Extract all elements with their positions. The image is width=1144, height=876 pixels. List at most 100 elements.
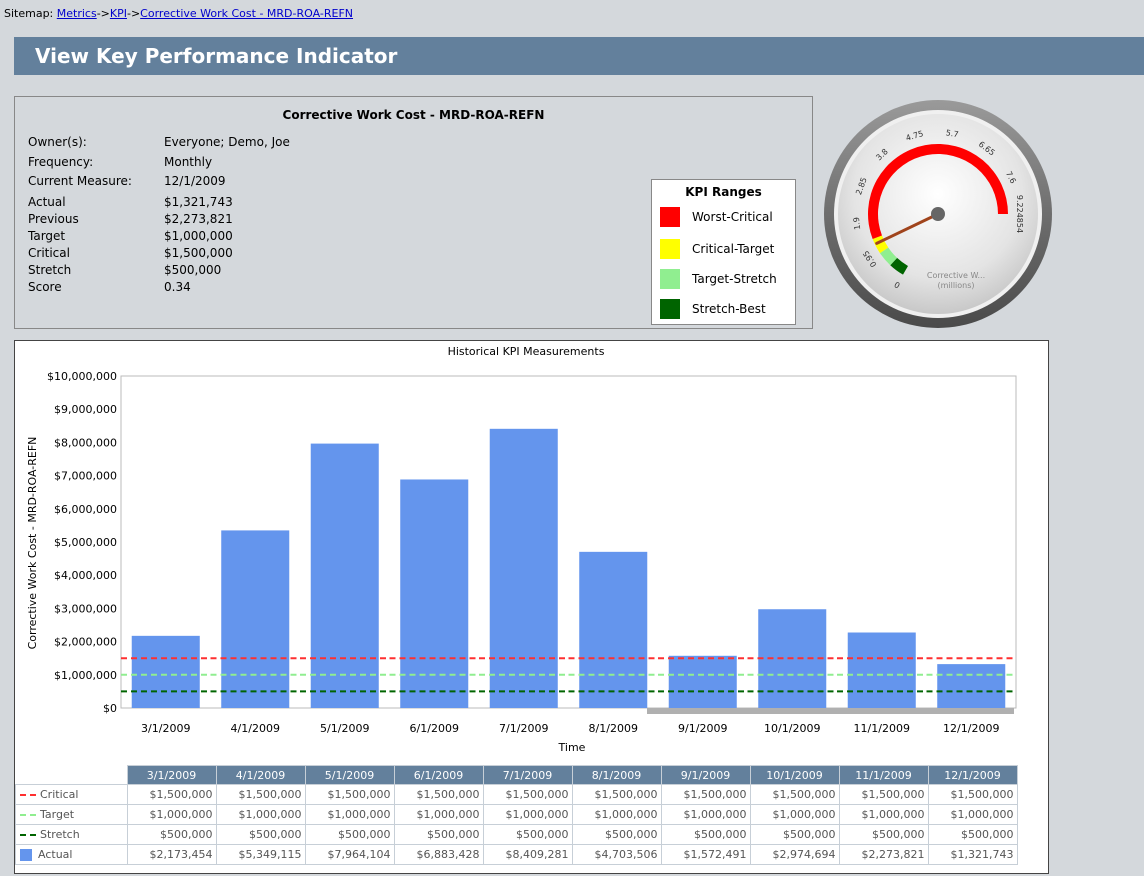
- light-green-swatch-icon: [660, 269, 680, 289]
- actual-bar[interactable]: [400, 479, 469, 708]
- x-tick-label: 5/1/2009: [320, 722, 369, 735]
- series-name: Critical: [40, 788, 79, 801]
- series-name: Stretch: [40, 828, 80, 841]
- dark-green-swatch-icon: [660, 299, 680, 319]
- x-tick-label: 6/1/2009: [410, 722, 459, 735]
- x-tick-label: 11/1/2009: [854, 722, 910, 735]
- actual-bar[interactable]: [221, 530, 290, 708]
- breadcrumb-separator: ->: [96, 7, 110, 20]
- table-column-header: 10/1/2009: [749, 765, 840, 785]
- table-cell: $1,500,000: [927, 784, 1018, 805]
- chart-xlabel: Time: [558, 741, 586, 754]
- actual-bar[interactable]: [579, 551, 648, 708]
- info-row-previous: Previous $2,273,821: [28, 212, 233, 226]
- y-tick-label: $10,000,000: [47, 370, 117, 383]
- breadcrumb-separator: ->: [126, 7, 141, 20]
- gauge-unit-label: (millions): [937, 281, 974, 290]
- breadcrumb: Sitemap: Metrics->KPI->Corrective Work C…: [4, 7, 353, 20]
- actual-bar[interactable]: [131, 635, 200, 708]
- historical-chart-panel: Historical KPI Measurements Corrective W…: [14, 340, 1049, 874]
- table-cell: $1,500,000: [749, 784, 840, 805]
- table-column-header: 6/1/2009: [393, 765, 484, 785]
- chart-horizontal-scrollbar[interactable]: [647, 708, 1014, 714]
- table-row: Target $1,000,000 $1,000,000 $1,000,000 $1,0…: [15, 804, 1018, 825]
- table-cell: $1,500,000: [571, 784, 662, 805]
- y-tick-label: $7,000,000: [54, 470, 117, 483]
- actual-bar[interactable]: [310, 443, 379, 708]
- stretch-legend-icon: [20, 834, 36, 836]
- x-tick-label: 7/1/2009: [499, 722, 548, 735]
- y-tick-label: $1,000,000: [54, 669, 117, 682]
- breadcrumb-link-kpi[interactable]: KPI: [110, 7, 127, 20]
- table-column-header: 3/1/2009: [126, 765, 217, 785]
- table-cell: $1,000,000: [304, 804, 395, 825]
- table-header-row: 3/1/2009 4/1/2009 5/1/2009 6/1/2009 7/1/2009…: [15, 765, 1018, 785]
- table-cell: $1,500,000: [660, 784, 751, 805]
- breadcrumb-link-metrics[interactable]: Metrics: [57, 7, 97, 20]
- table-cell: $1,500,000: [215, 784, 306, 805]
- gauge-label: Corrective W...: [927, 271, 985, 280]
- table-cell: $1,500,000: [304, 784, 395, 805]
- info-label: Critical: [28, 246, 70, 260]
- info-label: Target: [28, 229, 66, 243]
- y-tick-label: $2,000,000: [54, 636, 117, 649]
- breadcrumb-link-current-kpi[interactable]: Corrective Work Cost - MRD-ROA-REFN: [140, 7, 353, 20]
- range-critical-target: Critical-Target: [660, 238, 774, 260]
- actual-bar[interactable]: [847, 632, 916, 708]
- chart-data-table: 3/1/2009 4/1/2009 5/1/2009 6/1/2009 7/1/2009…: [15, 765, 1018, 865]
- table-cell: $1,000,000: [215, 804, 306, 825]
- series-name: Actual: [38, 848, 73, 861]
- actual-bar[interactable]: [668, 655, 737, 708]
- info-value: Monthly: [164, 155, 213, 169]
- table-cell: $6,883,428: [393, 844, 484, 865]
- y-tick-label: $6,000,000: [54, 503, 117, 516]
- actual-bar[interactable]: [937, 664, 1006, 708]
- x-tick-label: 3/1/2009: [141, 722, 190, 735]
- table-cell: $500,000: [393, 824, 484, 845]
- info-value: $500,000: [164, 263, 222, 277]
- table-cell: $2,273,821: [838, 844, 929, 865]
- table-cell: $500,000: [927, 824, 1018, 845]
- table-column-header: 7/1/2009: [482, 765, 573, 785]
- info-row-owners: Owner(s): Everyone; Demo, Joe: [28, 135, 290, 149]
- critical-legend-icon: [20, 794, 36, 796]
- table-row: Critical $1,500,000 $1,500,000 $1,500,000 $1…: [15, 784, 1018, 805]
- info-label: Actual: [28, 195, 66, 209]
- range-worst-critical: Worst-Critical: [660, 206, 773, 228]
- chart-title: Historical KPI Measurements: [448, 345, 605, 358]
- range-target-stretch: Target-Stretch: [660, 268, 777, 290]
- historical-kpi-chart: Historical KPI Measurements Corrective W…: [26, 345, 1017, 754]
- table-cell: $500,000: [838, 824, 929, 845]
- info-label: Score: [28, 280, 62, 294]
- actual-legend-icon: [20, 849, 32, 861]
- table-cell: $1,500,000: [126, 784, 217, 805]
- range-label: Critical-Target: [692, 242, 775, 256]
- y-tick-label: $5,000,000: [54, 536, 117, 549]
- x-tick-label: 10/1/2009: [764, 722, 820, 735]
- table-cell: $1,000,000: [927, 804, 1018, 825]
- actual-bar[interactable]: [489, 428, 558, 708]
- table-column-header: 11/1/2009: [838, 765, 929, 785]
- info-row-target: Target $1,000,000: [28, 229, 233, 243]
- info-value: $1,321,743: [164, 195, 233, 209]
- table-cell: $1,000,000: [749, 804, 840, 825]
- chart-ylabel: Corrective Work Cost - MRD-ROA-REFN: [26, 437, 39, 650]
- info-value: 0.34: [164, 280, 191, 294]
- kpi-info-panel: Corrective Work Cost - MRD-ROA-REFN Owne…: [14, 96, 813, 329]
- info-value: 12/1/2009: [164, 174, 226, 188]
- red-swatch-icon: [660, 207, 680, 227]
- table-column-header: 9/1/2009: [660, 765, 751, 785]
- range-label: Target-Stretch: [692, 272, 777, 286]
- gauge-tick-label: 9.224854: [1015, 195, 1024, 233]
- table-cell: $2,173,454: [126, 844, 217, 865]
- x-tick-label: 4/1/2009: [231, 722, 280, 735]
- range-label: Stretch-Best: [692, 302, 766, 316]
- table-cell: $500,000: [571, 824, 662, 845]
- x-tick-label: 12/1/2009: [943, 722, 999, 735]
- table-column-header: 5/1/2009: [304, 765, 395, 785]
- target-legend-icon: [20, 814, 36, 816]
- info-label: Current Measure:: [28, 174, 132, 188]
- table-cell: $2,974,694: [749, 844, 840, 865]
- y-tick-label: $8,000,000: [54, 436, 117, 449]
- info-row-score: Score 0.34: [28, 280, 191, 294]
